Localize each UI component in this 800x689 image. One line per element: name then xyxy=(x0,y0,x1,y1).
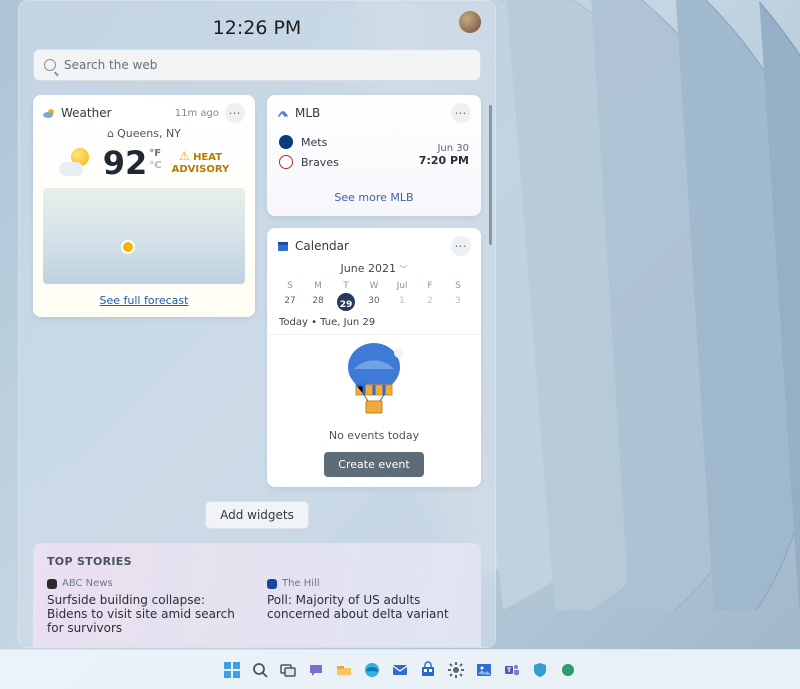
taskbar: T xyxy=(0,649,800,689)
mlb-widget[interactable]: MLB ⋯ Mets Braves xyxy=(267,95,481,216)
mlb-more-button[interactable]: ⋯ xyxy=(451,103,471,123)
weather-widget[interactable]: Weather 11m ago ⋯ ⌂ Queens, NY 92 xyxy=(33,95,255,317)
teams-button[interactable]: T xyxy=(501,659,523,681)
security-button[interactable] xyxy=(529,659,551,681)
photos-button[interactable] xyxy=(473,659,495,681)
chevron-down-icon: ﹀ xyxy=(399,265,407,274)
task-view-button[interactable] xyxy=(277,659,299,681)
team-row: Braves xyxy=(279,155,339,169)
full-forecast-link[interactable]: See full forecast xyxy=(33,284,255,317)
story-item[interactable]: ABC News Surfside building collapse: Bide… xyxy=(47,578,247,635)
search-placeholder: Search the web xyxy=(64,58,157,72)
clock: 12:26 PM xyxy=(33,17,481,39)
top-stories-widget[interactable]: TOP STORIES ABC News Surfside building co… xyxy=(33,543,481,648)
top-stories-heading: TOP STORIES xyxy=(47,555,467,568)
weather-map[interactable] xyxy=(43,188,245,284)
story-source: ABC News xyxy=(62,578,113,589)
chat-button[interactable] xyxy=(305,659,327,681)
mlb-title: MLB xyxy=(295,106,320,120)
calendar-day[interactable]: 2 xyxy=(417,293,443,311)
weather-title: Weather xyxy=(61,106,112,120)
see-more-mlb-link[interactable]: See more MLB xyxy=(267,191,481,216)
calendar-more-button[interactable]: ⋯ xyxy=(451,236,471,256)
create-event-button[interactable]: Create event xyxy=(324,452,423,477)
weather-location: Queens, NY xyxy=(117,127,181,140)
calendar-month-picker[interactable]: June 2021 ﹀ xyxy=(267,262,481,275)
team-row: Mets xyxy=(279,135,339,149)
store-button[interactable] xyxy=(417,659,439,681)
mets-logo-icon xyxy=(279,135,293,149)
sun-cloud-icon xyxy=(59,146,93,180)
balloon-illustration xyxy=(339,341,409,419)
weather-temp: 92 xyxy=(103,144,148,182)
no-events-label: No events today xyxy=(267,429,481,442)
calendar-today-label: Today • Tue, Jun 29 xyxy=(267,313,481,335)
mail-button[interactable] xyxy=(389,659,411,681)
user-avatar[interactable] xyxy=(459,11,481,33)
add-widgets-button[interactable]: Add widgets xyxy=(205,501,309,529)
weather-more-button[interactable]: ⋯ xyxy=(225,103,245,123)
search-input[interactable]: Search the web xyxy=(33,49,481,81)
settings-button[interactable] xyxy=(445,659,467,681)
warning-icon: ⚠ xyxy=(179,149,190,163)
home-icon: ⌂ xyxy=(107,127,114,140)
calendar-day[interactable]: 30 xyxy=(361,293,387,311)
weather-advisory: ⚠ HEATADVISORY xyxy=(172,150,230,176)
edge-button[interactable] xyxy=(361,659,383,681)
calendar-grid[interactable]: SMTWJulFS27282930123 xyxy=(267,275,481,313)
story-item[interactable]: The Hill Poll: Majority of US adults conc… xyxy=(267,578,467,635)
calendar-day[interactable]: 28 xyxy=(305,293,331,311)
widgets-panel: 12:26 PM Search the web Weather 11m ago … xyxy=(18,0,496,648)
game-time: Jun 30 7:20 PM xyxy=(419,143,469,167)
start-button[interactable] xyxy=(221,659,243,681)
story-source: The Hill xyxy=(282,578,320,589)
sports-icon xyxy=(277,107,289,119)
calendar-title: Calendar xyxy=(295,239,349,253)
file-explorer-button[interactable] xyxy=(333,659,355,681)
story-headline: Surfside building collapse: Bidens to vi… xyxy=(47,593,247,635)
story-headline: Poll: Majority of US adults concerned ab… xyxy=(267,593,467,621)
weather-age: 11m ago xyxy=(175,108,219,119)
weather-icon xyxy=(43,107,55,119)
calendar-day[interactable]: 1 xyxy=(389,293,415,311)
calendar-day[interactable]: 3 xyxy=(445,293,471,311)
calendar-day[interactable]: 29 xyxy=(337,293,355,311)
search-icon xyxy=(44,59,56,71)
calendar-day[interactable]: 27 xyxy=(277,293,303,311)
calendar-icon xyxy=(277,240,289,252)
taskbar-search-button[interactable] xyxy=(249,659,271,681)
calendar-widget[interactable]: Calendar ⋯ June 2021 ﹀ SMTWJulFS27282930… xyxy=(267,228,481,487)
scrollbar[interactable] xyxy=(489,105,492,245)
braves-logo-icon xyxy=(279,155,293,169)
taskbar-app-button[interactable] xyxy=(557,659,579,681)
